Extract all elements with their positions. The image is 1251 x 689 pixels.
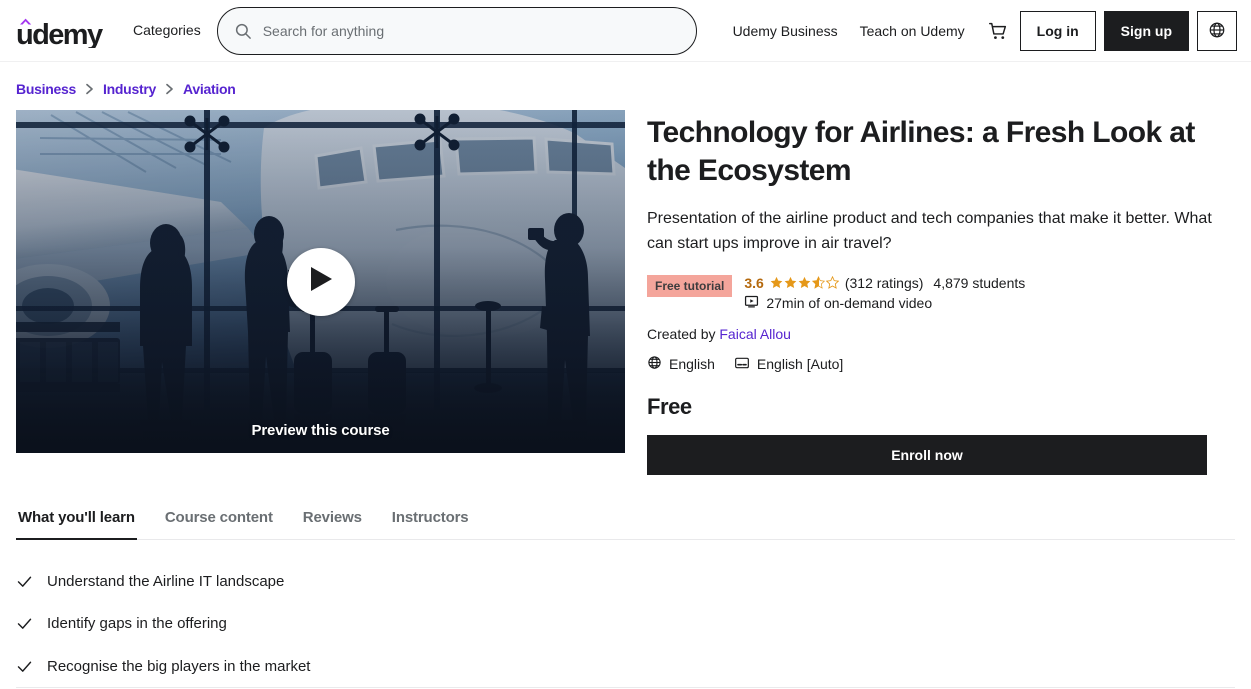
star-full-icon — [770, 277, 783, 289]
list-item-label: Identify gaps in the offering — [47, 615, 227, 633]
course-tabs: What you'll learn Course content Reviews… — [16, 505, 1235, 540]
rating-block: 3.6 (312 ratings) 4,879 students 27min o… — [744, 275, 1025, 312]
course-price: Free — [647, 393, 692, 419]
signup-button[interactable]: Sign up — [1103, 10, 1189, 51]
check-icon — [16, 615, 33, 638]
course-meta-row: Free tutorial 3.6 (312 ratings) 4,879 st… — [647, 274, 1235, 312]
page: udemy Categories Udemy Business Teach on… — [0, 0, 1251, 689]
shopping-cart-icon[interactable] — [980, 13, 1016, 49]
breadcrumb-item-industry[interactable]: Industry — [103, 81, 156, 97]
section-divider — [16, 687, 1235, 688]
language-row: English English [Auto] — [647, 355, 1235, 374]
created-by-row: Created by Faical Allou — [647, 326, 1235, 342]
course-duration-row: 27min of on-demand video — [744, 294, 1025, 312]
play-button[interactable] — [286, 247, 355, 316]
list-item: Understand the Airline IT landscape — [16, 572, 1235, 596]
student-count: 4,879 students — [933, 274, 1026, 291]
rating-count: (312 ratings) — [844, 274, 924, 291]
star-half-icon — [811, 276, 825, 289]
course-headline: Presentation of the airline product and … — [647, 209, 1212, 253]
globe-icon — [1208, 21, 1226, 41]
video-monitor-icon — [744, 294, 759, 312]
tab-instructors[interactable]: Instructors — [390, 505, 471, 540]
free-tutorial-badge: Free tutorial — [647, 274, 733, 298]
header-right-group: Udemy Business Teach on Udemy Log in Sig… — [722, 10, 1237, 51]
list-item-label: Recognise the big players in the market — [47, 657, 311, 675]
course-hero: Preview this course Technology for Airli… — [0, 96, 1251, 475]
check-icon — [16, 573, 33, 596]
breadcrumb-item-business[interactable]: Business — [16, 81, 76, 97]
list-item-label: Understand the Airline IT landscape — [47, 572, 285, 590]
course-info: Technology for Airlines: a Fresh Look at… — [647, 110, 1235, 475]
login-button[interactable]: Log in — [1019, 10, 1096, 51]
star-rating[interactable] — [770, 276, 839, 290]
teach-on-udemy-link[interactable]: Teach on Udemy — [849, 15, 976, 47]
svg-text:udemy: udemy — [16, 19, 103, 48]
search-icon — [234, 22, 252, 40]
search-bar[interactable] — [216, 6, 697, 55]
rating-value: 3.6 — [744, 274, 764, 291]
enroll-now-button[interactable]: Enroll now — [647, 434, 1207, 475]
what-youll-learn-list: Understand the Airline IT landscape Iden… — [0, 540, 1251, 681]
tab-reviews[interactable]: Reviews — [301, 505, 364, 540]
udemy-logo[interactable]: udemy — [16, 14, 107, 48]
closed-caption-icon — [734, 355, 750, 374]
search-input[interactable] — [262, 7, 680, 54]
globe-icon — [647, 355, 662, 373]
star-empty-icon — [825, 276, 839, 290]
site-header: udemy Categories Udemy Business Teach on… — [0, 0, 1251, 62]
chevron-right-icon — [76, 83, 103, 95]
list-item: Identify gaps in the offering — [16, 614, 1235, 638]
play-icon — [308, 265, 334, 298]
course-captions-label: English [Auto] — [756, 356, 844, 373]
preview-caption: Preview this course — [251, 422, 390, 439]
instructor-link[interactable]: Faical Allou — [719, 326, 791, 342]
course-language-label: English — [669, 356, 715, 373]
course-language: English — [647, 355, 715, 373]
course-duration: 27min of on-demand video — [766, 294, 933, 311]
chevron-right-icon — [156, 83, 183, 95]
tab-what-youll-learn[interactable]: What you'll learn — [16, 505, 137, 540]
star-full-icon — [798, 277, 811, 289]
created-by-label: Created by — [647, 325, 716, 342]
course-tabs-section: What you'll learn Course content Reviews… — [0, 505, 1251, 540]
breadcrumb: Business Industry Aviation — [0, 62, 1251, 97]
course-captions: English [Auto] — [734, 355, 843, 374]
rating-line: 3.6 (312 ratings) 4,879 students — [744, 275, 1025, 291]
course-preview-player[interactable]: Preview this course — [16, 110, 625, 453]
course-title: Technology for Airlines: a Fresh Look at… — [647, 116, 1195, 187]
categories-nav-link[interactable]: Categories — [123, 14, 211, 47]
tab-course-content[interactable]: Course content — [163, 505, 275, 540]
list-item: Recognise the big players in the market — [16, 657, 1235, 681]
star-full-icon — [784, 277, 797, 289]
check-icon — [16, 658, 33, 681]
udemy-business-link[interactable]: Udemy Business — [722, 15, 849, 47]
breadcrumb-item-aviation[interactable]: Aviation — [183, 81, 236, 97]
language-selector-button[interactable] — [1197, 10, 1237, 51]
